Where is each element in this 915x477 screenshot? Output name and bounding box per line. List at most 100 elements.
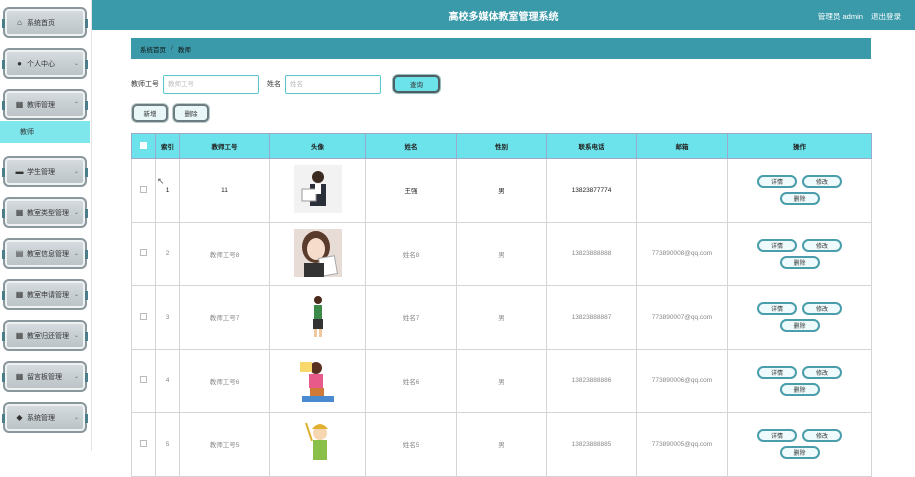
top-bar: 高校多媒体教室管理系统 管理员 admin 退出登录 [92, 0, 915, 30]
edit-button[interactable]: 修改 [802, 175, 842, 189]
edit-button[interactable]: 修改 [802, 429, 842, 443]
grid-icon: ▦ [15, 290, 24, 299]
cell-index: 2 [155, 221, 180, 286]
cell-index: 4 [155, 348, 180, 413]
home-icon: ⌂ [17, 18, 22, 27]
breadcrumb-separator: / [171, 45, 173, 52]
cell-name: 姓名6 [365, 348, 457, 413]
cell-gender: 男 [456, 285, 547, 350]
avatar [293, 355, 342, 404]
detail-button[interactable]: 详情 [757, 429, 797, 443]
sidebar-item-home[interactable]: ⌂ 系统首页 [2, 7, 88, 38]
grid-icon: ▦ [15, 100, 24, 109]
row-delete-button[interactable]: 删除 [779, 446, 820, 460]
user-icon: ● [17, 59, 22, 68]
row-checkbox[interactable] [131, 221, 156, 286]
edit-button[interactable]: 修改 [802, 302, 842, 316]
detail-button[interactable]: 详情 [757, 238, 797, 252]
avatar [293, 292, 342, 341]
sidebar-item-teachers[interactable]: ▦ 教师管理 ⌃ [2, 89, 88, 120]
sidebar-item-room-apply[interactable]: ▦ 教室申请管理 ⌄ [2, 279, 88, 310]
cell-avatar [269, 158, 366, 223]
sidebar-item-label: 个人中心 [27, 60, 55, 68]
delete-button[interactable]: 删除 [173, 104, 209, 122]
search-button[interactable]: 查询 [393, 75, 440, 93]
cell-actions: 详情 修改 删除 [727, 412, 872, 477]
sidebar-item-profile[interactable]: ● 个人中心 ⌄ [2, 48, 88, 79]
table-row: 2 教师工号8 姓名8 男 13823888888 773890008@qq.c… [131, 221, 872, 286]
add-button[interactable]: 新增 [132, 104, 168, 122]
row-delete-button[interactable]: 删除 [779, 192, 820, 206]
col-header-teacher-id: 教师工号 [179, 133, 270, 159]
cell-gender: 男 [456, 412, 547, 477]
cell-avatar [269, 285, 366, 350]
detail-button[interactable]: 详情 [757, 175, 797, 189]
sidebar-item-room-types[interactable]: ▦ 教室类型管理 ⌄ [2, 197, 88, 228]
cell-gender: 男 [456, 158, 547, 223]
user-area: 管理员 admin 退出登录 [812, 11, 901, 22]
row-checkbox[interactable] [131, 285, 156, 350]
chevron-down-icon: ⌄ [73, 61, 79, 67]
sidebar-item-room-info[interactable]: ▤ 教室信息管理 ⌄ [2, 238, 88, 269]
avatar [293, 419, 342, 468]
col-header-phone: 联系电话 [546, 133, 637, 159]
search-form: 教师工号 姓名 查询 [131, 74, 440, 94]
sidebar-item-label: 系统首页 [27, 19, 55, 27]
row-delete-button[interactable]: 删除 [779, 382, 820, 396]
sidebar-item-label: 学生管理 [27, 168, 55, 176]
chevron-down-icon: ⌄ [73, 374, 79, 380]
avatar [293, 228, 342, 277]
sidebar-item-messages[interactable]: ▦ 留言板管理 ⌄ [2, 361, 88, 392]
sidebar-item-room-return[interactable]: ▦ 教室归还管理 ⌄ [2, 320, 88, 351]
sidebar: ⌂ 系统首页 ● 个人中心 ⌄ ▦ 教师管理 ⌃ 教师 ▬ 学生管理 ⌄ ▦ 教… [0, 0, 92, 451]
cell-teacher-id: 教师工号8 [179, 221, 270, 286]
row-checkbox[interactable] [131, 348, 156, 413]
sidebar-item-label: 教室申请管理 [27, 291, 69, 299]
cell-avatar [269, 348, 366, 413]
chevron-down-icon: ⌄ [73, 210, 79, 216]
row-delete-button[interactable]: 删除 [779, 255, 820, 269]
cell-phone: 13823888885 [546, 412, 637, 477]
cell-teacher-id: 教师工号6 [179, 348, 270, 413]
col-header-avatar: 头像 [269, 133, 366, 159]
cell-teacher-id: 教师工号7 [179, 285, 270, 350]
detail-button[interactable]: 详情 [757, 302, 797, 316]
cell-gender: 男 [456, 348, 547, 413]
col-header-name: 姓名 [365, 133, 457, 159]
table-header-row: 索引 教师工号 头像 姓名 性别 联系电话 邮箱 操作 [131, 133, 872, 159]
row-delete-button[interactable]: 删除 [779, 319, 820, 333]
cell-name: 姓名5 [365, 412, 457, 477]
col-header-email: 邮箱 [636, 133, 728, 159]
sidebar-subitem-teacher[interactable]: 教师 [0, 121, 90, 143]
chevron-down-icon: ⌄ [73, 251, 79, 257]
teacher-id-label: 教师工号 [131, 81, 159, 88]
breadcrumb-current: 教师 [177, 46, 191, 54]
edit-button[interactable]: 修改 [802, 238, 842, 252]
grid-icon: ▦ [15, 331, 24, 340]
row-checkbox[interactable] [131, 412, 156, 477]
sidebar-item-students[interactable]: ▬ 学生管理 ⌄ [2, 156, 88, 187]
detail-button[interactable]: 详情 [757, 365, 797, 379]
cell-phone: 13823877774 [546, 158, 637, 223]
cell-actions: 详情 修改 删除 [727, 285, 872, 350]
cell-email: 773890007@qq.com [636, 285, 728, 350]
cell-email: 773890005@qq.com [636, 412, 728, 477]
edit-button[interactable]: 修改 [802, 365, 842, 379]
teacher-id-input[interactable] [163, 74, 259, 94]
cell-email: 773890008@qq.com [636, 221, 728, 286]
name-input[interactable] [285, 74, 381, 94]
cell-phone: 13823888887 [546, 285, 637, 350]
settings-icon: ◆ [16, 413, 23, 422]
cell-email [636, 158, 728, 223]
cell-phone: 13823888888 [546, 221, 637, 286]
select-all-checkbox[interactable] [131, 133, 156, 159]
row-checkbox[interactable] [131, 158, 156, 223]
sidebar-item-system[interactable]: ◆ 系统管理 ⌄ [2, 402, 88, 433]
cell-name: 姓名8 [365, 221, 457, 286]
breadcrumb-home[interactable]: 系统首页 [140, 44, 166, 54]
logout-link[interactable]: 退出登录 [871, 12, 901, 21]
cell-index: 5 [155, 412, 180, 477]
teacher-table: 索引 教师工号 头像 姓名 性别 联系电话 邮箱 操作 1 11 王强 男 13… [131, 133, 872, 477]
cell-avatar [269, 412, 366, 477]
avatar [293, 165, 342, 214]
